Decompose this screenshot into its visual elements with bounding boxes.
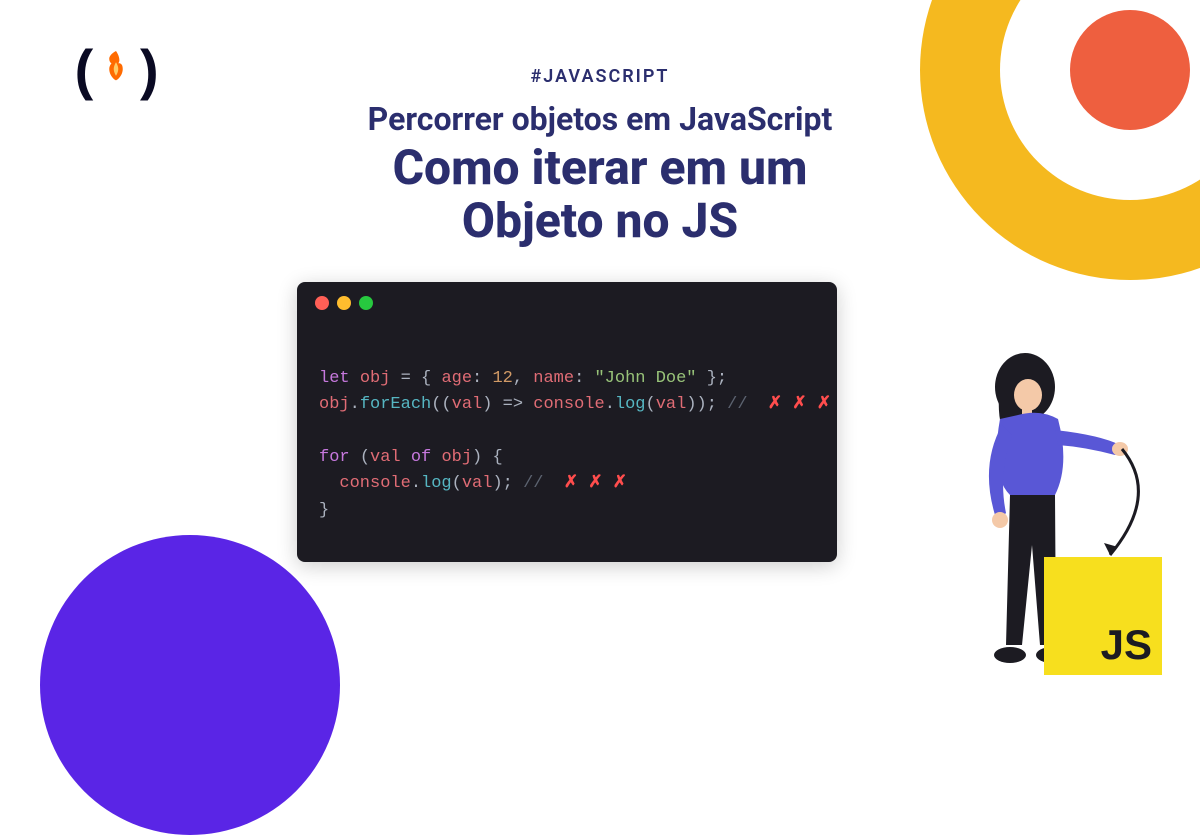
- article-subtitle: Percorrer objetos em JavaScript: [0, 100, 1200, 138]
- category-hashtag: #JAVASCRIPT: [0, 66, 1200, 87]
- decorative-purple-circle: [40, 535, 340, 835]
- window-controls: [315, 296, 373, 310]
- js-logo-box: JS: [1044, 557, 1162, 675]
- code-content: let obj = { age: 12, name: "John Doe" };…: [319, 366, 831, 524]
- title-line-1: Como iterar em um: [393, 139, 808, 196]
- close-dot-icon: [315, 296, 329, 310]
- maximize-dot-icon: [359, 296, 373, 310]
- article-title: Como iterar em um Objeto no JS: [0, 142, 1200, 248]
- title-line-2: Objeto no JS: [462, 192, 738, 249]
- minimize-dot-icon: [337, 296, 351, 310]
- code-editor: let obj = { age: 12, name: "John Doe" };…: [297, 282, 837, 562]
- js-logo-text: JS: [1101, 621, 1152, 669]
